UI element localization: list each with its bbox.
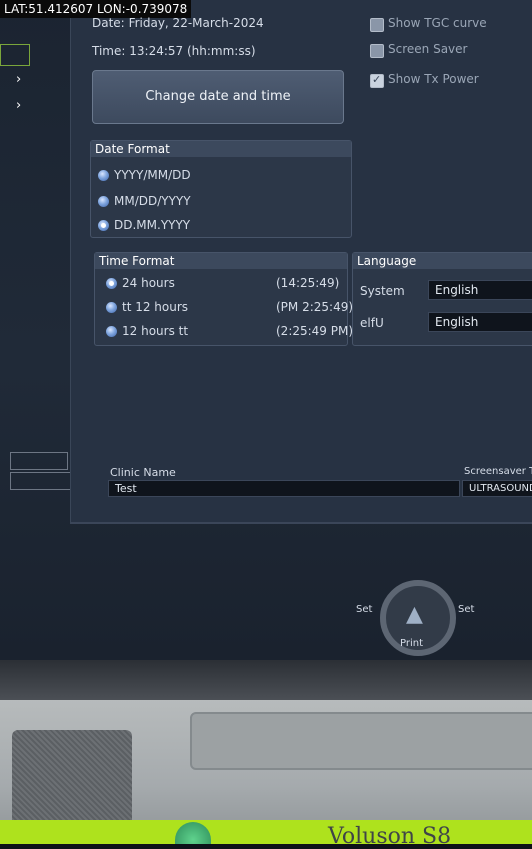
change-date-time-button[interactable]: Change date and time <box>92 70 344 124</box>
time-example: (2:25:49 PM) <box>276 324 354 338</box>
date-row: Date: Friday, 22-March-2024 <box>92 16 264 30</box>
option-label: Show Tx Power <box>388 72 479 86</box>
system-language-select[interactable]: English <box>428 280 532 300</box>
radio-button[interactable] <box>106 302 117 313</box>
side-box-green[interactable] <box>0 44 30 66</box>
elfu-language-label: elfU <box>360 316 384 330</box>
side-field[interactable] <box>10 452 68 470</box>
time-row: Time: 13:24:57 (hh:mm:ss) <box>92 44 256 58</box>
time-label: Time: <box>92 44 126 58</box>
checkbox[interactable] <box>370 44 384 58</box>
time-value: 13:24:57 (hh:mm:ss) <box>129 44 256 58</box>
radio-label: tt 12 hours <box>122 300 189 314</box>
radio-label: 24 hours <box>122 276 175 290</box>
radio-label: 12 hours tt <box>122 324 189 338</box>
date-value: Friday, 22-March-2024 <box>128 16 264 30</box>
radio-button[interactable] <box>98 170 109 181</box>
group-title: Date Format <box>91 141 351 157</box>
system-language-label: System <box>360 284 405 298</box>
clinic-name-label: Clinic Name <box>110 466 176 479</box>
radio-label: DD.MM.YYYY <box>114 218 191 232</box>
radio-button-selected[interactable] <box>106 278 117 289</box>
device-brand-logo: Voluson S8 <box>328 824 452 849</box>
time-example: (PM 2:25:49) <box>276 300 354 314</box>
green-trim <box>0 820 532 844</box>
checkbox[interactable] <box>370 18 384 32</box>
clinic-name-input[interactable]: Test <box>108 480 460 497</box>
option-label: Show TGC curve <box>388 16 487 30</box>
radio-label: MM/DD/YYYY <box>114 194 191 208</box>
radio-button[interactable] <box>106 326 117 337</box>
elfu-language-select[interactable]: English <box>428 312 532 332</box>
time-example: (14:25:49) <box>276 276 340 290</box>
print-label: Print <box>400 638 424 649</box>
cursor-icon: ▲ <box>406 602 423 627</box>
radio-label: YYYY/MM/DD <box>114 168 191 182</box>
checkbox-checked[interactable] <box>370 73 384 88</box>
chevron-right-icon[interactable]: › <box>16 98 21 113</box>
chevron-right-icon[interactable]: › <box>16 72 21 87</box>
monitor-bezel <box>0 660 532 700</box>
radio-button-selected[interactable] <box>98 220 109 231</box>
option-label: Screen Saver <box>388 42 468 56</box>
radio-button[interactable] <box>98 196 109 207</box>
date-label: Date: <box>92 16 125 30</box>
set-right-label: Set <box>458 604 475 615</box>
set-left-label: Set <box>356 604 373 615</box>
screensaver-text-input[interactable]: ULTRASOUND <box>462 480 532 497</box>
group-title: Language <box>353 253 532 269</box>
side-field[interactable] <box>10 472 72 490</box>
screensaver-text-label: Screensaver Tex <box>464 466 532 477</box>
console-recess <box>190 712 532 770</box>
group-title: Time Format <box>95 253 347 269</box>
